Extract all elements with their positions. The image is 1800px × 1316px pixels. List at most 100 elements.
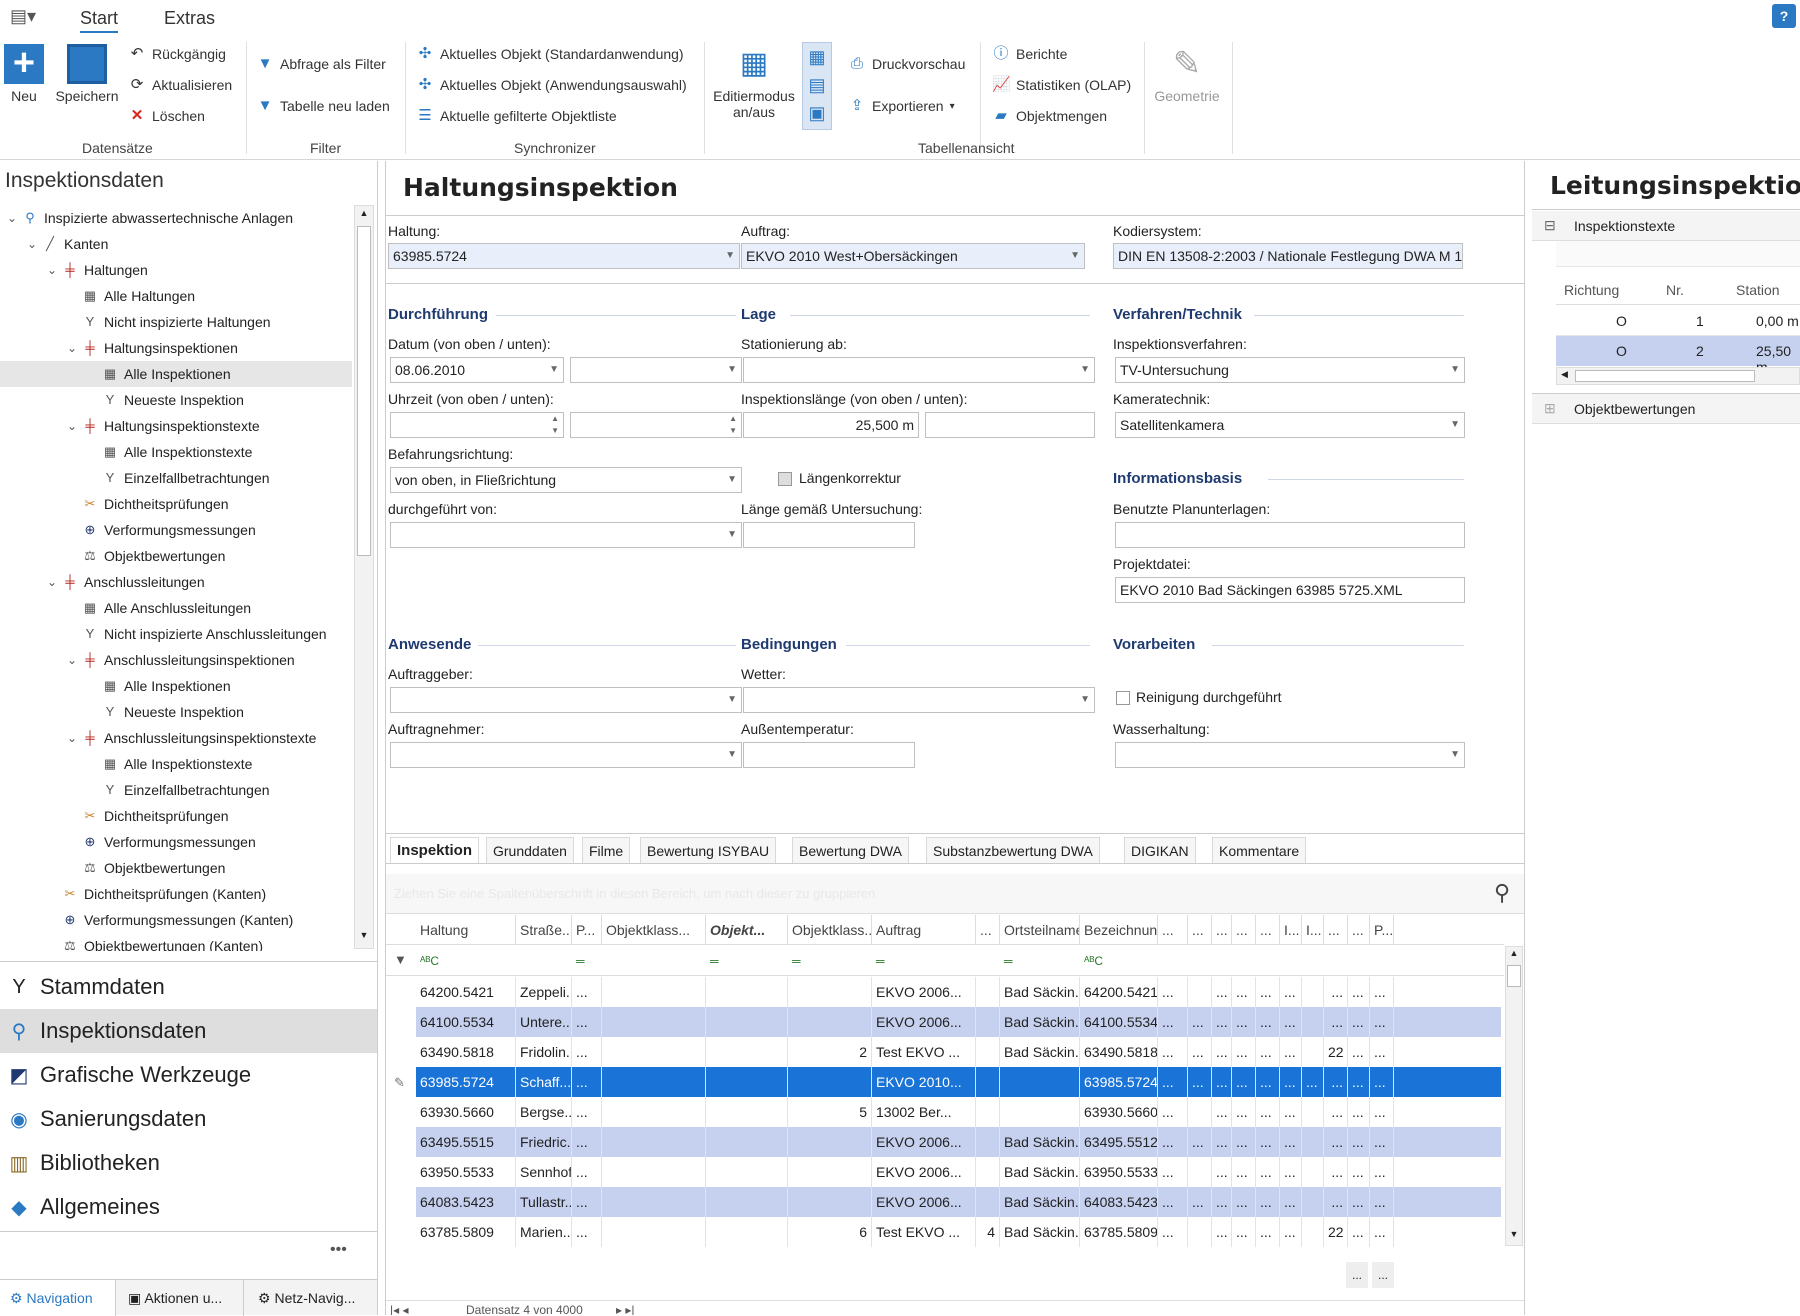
tree-item[interactable]: ⌄ ╪ Anschlussleitungen [0,569,352,595]
text-filter-icon[interactable]: ᴬᴮC [416,946,516,976]
tab-substanzbewertung-dwa[interactable]: Substanzbewertung DWA [926,837,1100,863]
nav-last-icon[interactable]: ▸ ▸| [616,1303,635,1315]
equals-filter-icon[interactable]: ═ [1000,946,1080,976]
grid-scrollbar[interactable]: ▲ ▼ [1505,946,1523,1246]
help-icon[interactable]: ? [1772,4,1796,28]
tabelle-neu-laden-button[interactable]: ▼ Tabelle neu laden [256,97,390,115]
befahrungsrichtung-select[interactable]: von oben, in Fließrichtung ▼ [390,467,742,493]
tree-item[interactable]: Y Nicht inspizierte Haltungen [0,309,352,335]
inspektionslaenge-unten-field[interactable] [925,412,1095,438]
column-header[interactable]: ... [1232,915,1256,945]
table-row[interactable]: O 1 0,00 m [1556,306,1800,336]
nav-first-icon[interactable]: |◂ ◂ [390,1303,409,1315]
table-row[interactable]: 63490.5818 Fridolin...... 2 Test EKVO ... Ba… [416,1037,1501,1067]
berichte-button[interactable]: ⓘ Berichte [992,45,1067,63]
tab-start[interactable]: Start [80,8,119,33]
record-navigator[interactable]: |◂ ◂ Datensatz 4 von 4000 ▸ ▸| [386,1300,1524,1315]
col-station[interactable]: Station [1736,282,1780,298]
column-header[interactable]: ... [1324,915,1348,945]
tree-item[interactable]: ⌄ ╱ Kanten [0,231,352,257]
tree-item[interactable]: ⊕ Verformungsmessungen (Kanten) [0,907,352,933]
tab-extras[interactable]: Extras [164,8,215,29]
search-icon[interactable]: ⚲ [1494,880,1510,906]
column-header[interactable]: Objekt... [706,915,788,945]
expand-toggle-icon[interactable]: ⌄ [64,335,80,361]
section-inspektionstexte[interactable]: ⊟ Inspektionstexte [1532,211,1800,241]
expand-toggle-icon[interactable]: ⌄ [44,257,60,283]
horizontal-scrollbar[interactable]: ◀ [1556,367,1800,385]
speichern-button[interactable]: Speichern [54,44,120,104]
statistiken-button[interactable]: 📈 Statistiken (OLAP) [992,76,1131,94]
tab-aktionen[interactable]: ▣ Aktionen u... [120,1280,244,1316]
rueckgaengig-button[interactable]: ↶ Rückgängig [128,45,226,63]
tree-item[interactable]: ▦ Alle Inspektionstexte [0,439,352,465]
auftrag-select[interactable]: EKVO 2010 West+Obersäckingen ▼ [741,243,1085,269]
tree-item[interactable]: ⌄ ╪ Haltungsinspektionen [0,335,352,361]
tab-inspektion[interactable]: Inspektion [390,837,480,863]
datum-unten-field[interactable]: ▼ [570,357,742,383]
durchgefuehrt-select[interactable]: ▼ [390,522,742,548]
tree-item[interactable]: ▦ Alle Haltungen [0,283,352,309]
uhrzeit-oben-field[interactable]: ▲ ▼ [390,412,564,438]
tab-navigation[interactable]: ⚙ Navigation [0,1280,116,1316]
column-header[interactable]: Bezeichnun... [1080,915,1158,945]
column-header[interactable]: ... [1256,915,1280,945]
tree-item[interactable]: ⚖ Objektbewertungen (Kanten) [0,933,352,951]
tab-bewertung-isybau[interactable]: Bewertung ISYBAU [640,837,777,863]
tree-item[interactable]: ⚖ Objektbewertungen [0,543,352,569]
datum-oben-field[interactable]: 08.06.2010 ▼ [390,357,564,383]
spinner-icon[interactable]: ▲ ▼ [551,413,559,437]
geometrie-button[interactable]: ✎ Geometrie [1150,44,1224,104]
col-richtung[interactable]: Richtung [1564,282,1619,298]
druckvorschau-button[interactable]: ⎙ Druckvorschau [848,55,965,73]
equals-filter-icon[interactable]: ═ [706,946,788,976]
tab-grunddaten[interactable]: Grunddaten [486,837,574,863]
expand-icon[interactable]: ⊞ [1544,400,1556,417]
spinner-icon[interactable]: ▲ ▼ [729,413,737,437]
equals-filter-icon[interactable]: ═ [572,946,602,976]
tree-item[interactable]: ▦ Alle Inspektionen [0,361,352,387]
column-header[interactable]: P... [1370,915,1394,945]
column-header[interactable]: I... [1280,915,1302,945]
table-row[interactable]: 63785.5809 Marien...... 6 Test EKVO ... 4 Bad… [416,1217,1501,1247]
nav-bibliotheken[interactable]: ▥ Bibliotheken [0,1141,377,1185]
editiermodus-button[interactable]: ▦ Editiermodus an/aus [712,44,796,120]
expand-toggle-icon[interactable]: ⌄ [4,205,20,231]
planunterlagen-field[interactable] [1115,522,1465,548]
uhrzeit-unten-field[interactable]: ▲ ▼ [570,412,742,438]
laengenkorrektur-checkbox[interactable] [778,472,792,486]
inspektionslaenge-oben-field[interactable]: 25,500 m [743,412,919,438]
stationierung-select[interactable]: ▼ [743,357,1095,383]
tree-item[interactable]: ⌄ ╪ Anschlussleitungsinspektionen [0,647,352,673]
table-row[interactable]: 64100.5534 Untere...... EKVO 2006... Bad Sä… [416,1007,1501,1037]
tree-scrollbar[interactable]: ▲ ▼ [354,205,374,949]
nav-sanierungsdaten[interactable]: ◉ Sanierungsdaten [0,1097,377,1141]
tab-netz-navigation[interactable]: ⚙ Netz-Navig... [250,1280,377,1316]
view-toggle-strip[interactable]: ▦ ▤ ▣ [802,42,832,130]
column-header[interactable]: ... [1158,915,1188,945]
table-row[interactable]: O 2 25,50 m [1556,336,1800,375]
projektdatei-field[interactable]: EKVO 2010 Bad Säckingen 63985 5725.XML [1115,577,1465,603]
wetter-select[interactable]: ▼ [743,687,1095,713]
auftraggeber-select[interactable]: ▼ [390,687,742,713]
nav-stammdaten[interactable]: Y Stammdaten [0,965,377,1009]
tree-item[interactable]: ⌄ ╪ Haltungen [0,257,352,283]
tree-item[interactable]: Y Einzelfallbetrachtungen [0,777,352,803]
tree-item[interactable]: ▦ Alle Inspektionen [0,673,352,699]
nav-inspektionsdaten[interactable]: ⚲ Inspektionsdaten [0,1009,377,1053]
column-header[interactable]: Haltung [416,915,516,945]
tree-item[interactable]: Y Nicht inspizierte Anschlussleitungen [0,621,352,647]
tree-item[interactable]: ▦ Alle Inspektionstexte [0,751,352,777]
tree-item[interactable]: ✂ Dichtheitsprüfungen [0,803,352,829]
column-header[interactable]: ... [1348,915,1370,945]
column-header[interactable]: ... [976,915,1000,945]
table-row[interactable]: 64200.5421 Zeppeli...... EKVO 2006... Bad S… [416,977,1501,1007]
expand-toggle-icon[interactable]: ⌄ [24,231,40,257]
tree-item[interactable]: ⊕ Verformungsmessungen [0,829,352,855]
tree-item[interactable]: ⌄ ╪ Haltungsinspektionstexte [0,413,352,439]
column-header[interactable]: ... [1212,915,1232,945]
tree-item[interactable]: ⚖ Objektbewertungen [0,855,352,881]
auftragnehmer-select[interactable]: ▼ [390,742,742,768]
sync-auswahl-button[interactable]: ✣ Aktuelles Objekt (Anwendungsauswahl) [416,76,687,94]
sync-standard-button[interactable]: ✣ Aktuelles Objekt (Standardanwendung) [416,45,684,63]
